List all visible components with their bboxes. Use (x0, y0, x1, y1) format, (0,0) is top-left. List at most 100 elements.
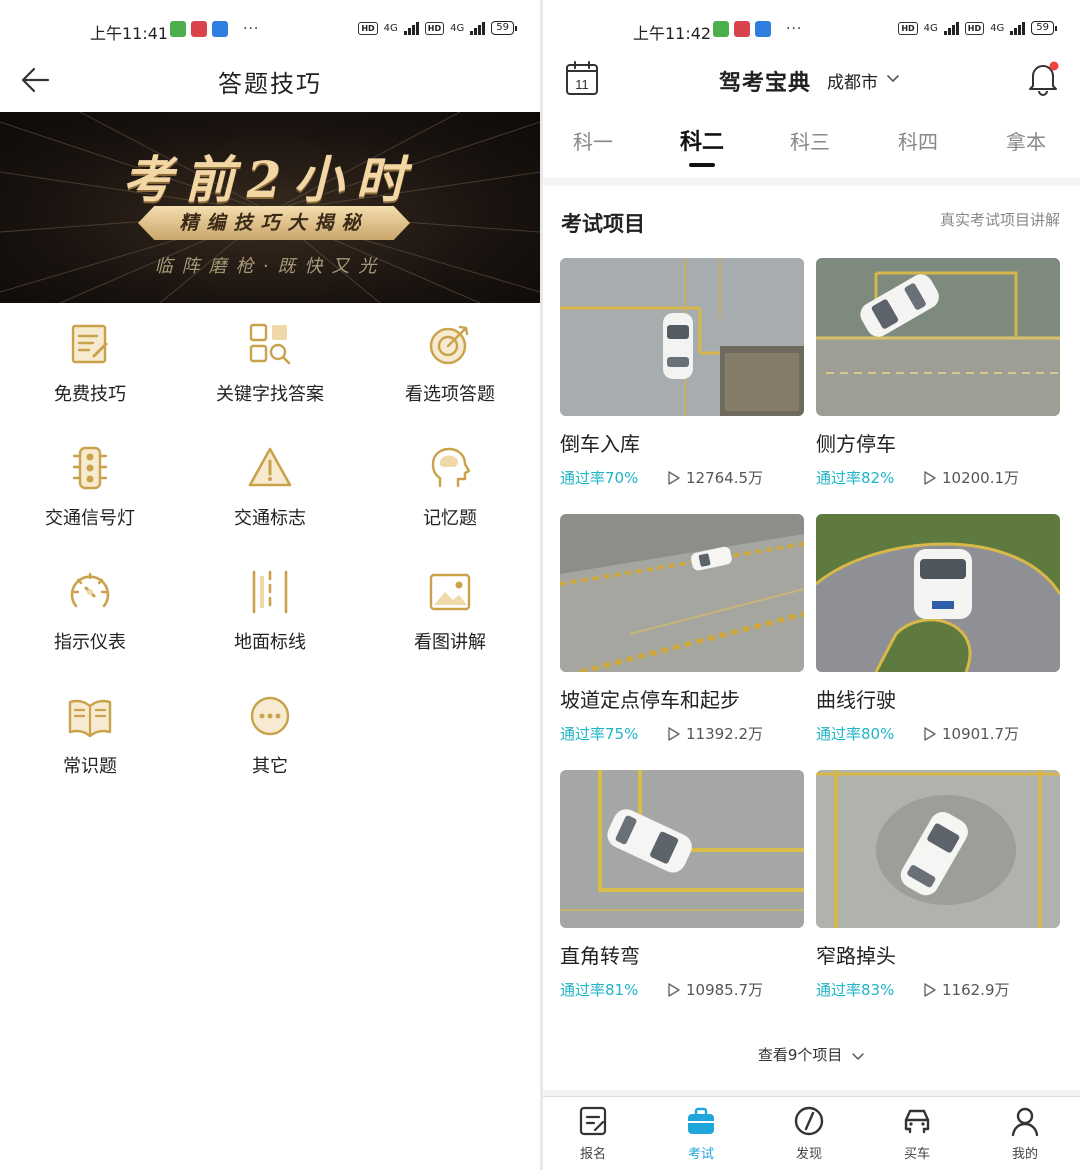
pass-rate: 通过率75% (560, 725, 639, 743)
curve-driving-photo (816, 514, 1060, 672)
section-title: 考试项目 (561, 212, 645, 236)
exam-item-name: 坡道定点停车和起步 (560, 688, 740, 712)
signal-icon (1010, 21, 1026, 35)
section-link[interactable]: 真实考试项目讲解 (940, 209, 1060, 230)
pass-rate: 通过率81% (560, 981, 639, 999)
page-title: 答题技巧 (218, 70, 322, 98)
banner-title: 考前2小时 (122, 150, 418, 209)
tab-exam[interactable]: 考试 (661, 1105, 741, 1162)
image-icon (429, 573, 471, 611)
grid-item-option-answer[interactable]: 看选项答题 (360, 320, 540, 406)
divider (543, 178, 1080, 186)
banner-tag: 精编技巧大揭秘 (138, 206, 410, 240)
banner-subtitle: 临阵磨枪·既快又光 (154, 256, 386, 277)
grid-item-keyword-answer[interactable]: 关键字找答案 (180, 320, 360, 406)
grid-item-gauge[interactable]: 指示仪表 (0, 568, 180, 654)
tab-discover[interactable]: 发现 (769, 1105, 849, 1162)
subject-tabs: 科一 科二 科三 科四 拿本 (543, 120, 1080, 170)
bell-icon[interactable] (1026, 60, 1060, 96)
tab-subject-1[interactable]: 科一 (553, 126, 633, 155)
hd-icon: HD (898, 21, 918, 35)
play-icon (668, 470, 680, 485)
download-icon (713, 21, 729, 37)
exam-item-card[interactable]: 窄路掉头 通过率83% 1162.9万 (816, 770, 1060, 1000)
promo-banner[interactable]: 考前2小时 精编技巧大揭秘 临阵磨枪·既快又光 (0, 112, 540, 303)
compass-icon (794, 1106, 824, 1136)
right-angle-turn-photo (560, 770, 804, 928)
app-notification-icon (734, 21, 750, 37)
active-tab-indicator (689, 163, 715, 167)
grid-item-free-tips[interactable]: 免费技巧 (0, 320, 180, 406)
pass-rate: 通过率83% (816, 981, 895, 999)
grid-item-picture-explain[interactable]: 看图讲解 (360, 568, 540, 654)
exam-item-name: 倒车入库 (560, 432, 640, 456)
exam-bag-icon (688, 1107, 714, 1134)
download-icon (170, 21, 186, 37)
more-notifications-icon: ··· (786, 21, 803, 37)
tab-get-license[interactable]: 拿本 (986, 126, 1066, 155)
grid-item-common-sense[interactable]: 常识题 (0, 692, 180, 778)
exam-item-name: 侧方停车 (816, 432, 896, 456)
tab-subject-2[interactable]: 科二 (662, 124, 742, 156)
status-time: 上午11:41 (90, 24, 169, 43)
play-icon (668, 982, 680, 997)
tab-mine[interactable]: 我的 (985, 1105, 1065, 1162)
grid-item-traffic-sign[interactable]: 交通标志 (180, 444, 360, 530)
exam-item-card[interactable]: 曲线行驶 通过率80% 10901.7万 (816, 514, 1060, 744)
calendar-icon[interactable]: 11 (565, 60, 599, 96)
tab-subject-3[interactable]: 科三 (770, 126, 850, 155)
road-lines-icon (252, 570, 288, 614)
top-nav: 答题技巧 (0, 56, 540, 106)
chevron-down-icon[interactable] (885, 70, 901, 86)
pass-rate: 通过率82% (816, 469, 895, 487)
exam-item-name: 窄路掉头 (816, 944, 896, 968)
city-selector[interactable]: 成都市 (827, 68, 878, 93)
view-all-button[interactable]: 查看9个项目 (543, 1044, 1080, 1065)
tab-subject-4[interactable]: 科四 (878, 126, 958, 155)
tab-buy-car[interactable]: 买车 (877, 1105, 957, 1162)
view-count: 12764.5万 (686, 469, 764, 487)
battery-icon: 59 (1031, 21, 1057, 35)
grid-item-road-lines[interactable]: 地面标线 (180, 568, 360, 654)
left-phone-screen: 上午11:41 ··· HD 4G HD 4G 59 答题技巧 考前2小时 精编… (0, 0, 540, 1170)
chevron-down-icon (852, 1052, 864, 1060)
side-parking-photo (816, 258, 1060, 416)
right-phone-screen: 上午11:42 ··· HD 4G HD 4G 59 11 驾考宝典 成都市 科… (543, 0, 1080, 1170)
grid-item-other[interactable]: 其它 (180, 692, 360, 778)
more-circle-icon (250, 696, 290, 736)
brain-head-icon (431, 447, 471, 488)
status-bar: 上午11:41 ··· HD 4G HD 4G 59 (0, 18, 540, 44)
signal-icon (943, 21, 959, 35)
keyword-search-icon (249, 323, 291, 365)
app-notification-icon (191, 21, 207, 37)
gauge-icon (70, 572, 110, 608)
grid-item-traffic-light[interactable]: 交通信号灯 (0, 444, 180, 530)
grid-item-memory[interactable]: 记忆题 (360, 444, 540, 530)
reverse-parking-photo (560, 258, 804, 416)
exam-item-name: 曲线行驶 (816, 688, 896, 712)
notebook-pen-icon (71, 324, 108, 364)
warning-sign-icon (248, 447, 292, 487)
view-count: 11392.2万 (686, 725, 764, 743)
exam-item-card[interactable]: 直角转弯 通过率81% 10985.7万 (560, 770, 804, 1000)
traffic-light-icon (72, 446, 108, 490)
hd-icon: HD (424, 21, 445, 35)
alipay-icon (755, 21, 771, 37)
exam-item-card[interactable]: 侧方停车 通过率82% 10200.1万 (816, 258, 1060, 488)
alipay-icon (212, 21, 228, 37)
app-title: 驾考宝典 (719, 71, 812, 96)
play-icon (924, 726, 936, 741)
tab-signup[interactable]: 报名 (553, 1105, 633, 1162)
slope-parking-photo (560, 514, 804, 672)
bottom-tab-bar: 报名 考试 发现 买车 我的 (543, 1096, 1080, 1170)
battery-icon: 59 (491, 21, 517, 35)
narrow-uturn-photo (816, 770, 1060, 928)
view-count: 10985.7万 (686, 981, 764, 999)
view-count: 1162.9万 (942, 981, 1010, 999)
exam-item-card[interactable]: 坡道定点停车和起步 通过率75% 11392.2万 (560, 514, 804, 744)
top-nav: 11 驾考宝典 成都市 (543, 56, 1080, 106)
more-notifications-icon: ··· (243, 21, 260, 37)
exam-item-card[interactable]: 倒车入库 通过率70% 12764.5万 (560, 258, 804, 488)
pass-rate: 通过率80% (816, 725, 895, 743)
signal-icon (403, 21, 419, 35)
